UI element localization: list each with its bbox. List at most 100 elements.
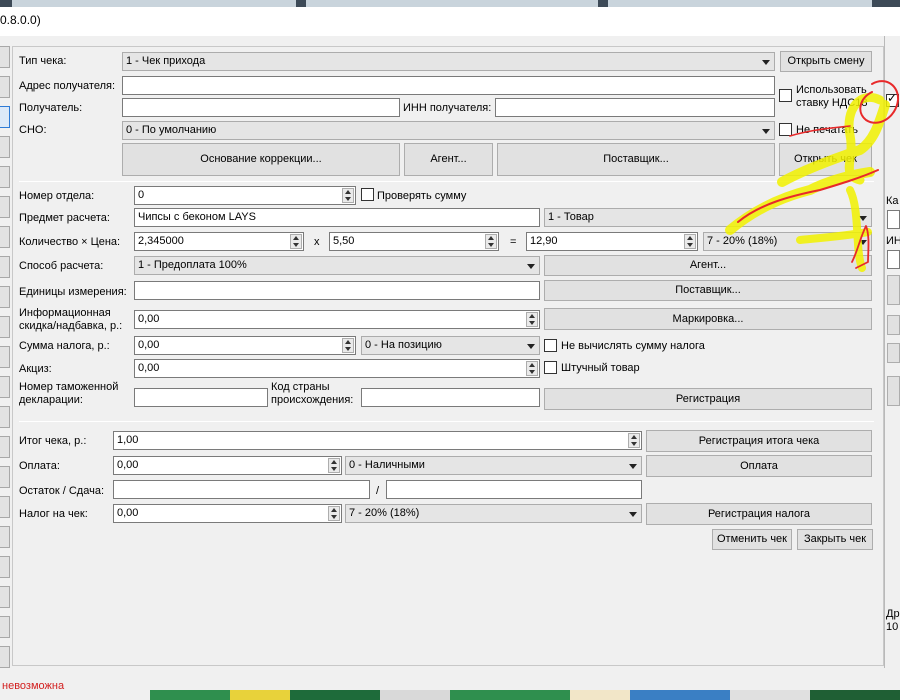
equals-sign: = <box>510 236 517 248</box>
address-input[interactable] <box>122 76 775 95</box>
check-sum-checkbox[interactable] <box>361 188 374 201</box>
check-total-label: Итог чека, р.: <box>19 435 87 447</box>
receipt-type-label: Тип чека: <box>19 55 67 67</box>
close-check-button[interactable]: Закрыть чек <box>797 529 873 550</box>
agent-receipt-button[interactable]: Агент... <box>404 143 493 176</box>
sno-select[interactable]: 0 - По умолчанию <box>122 121 775 140</box>
excise-spinner[interactable]: 0,00 <box>134 359 540 378</box>
check-tax-spinner[interactable]: 0,00 <box>113 504 342 523</box>
section-divider <box>19 181 874 182</box>
dept-label: Номер отдела: <box>19 190 95 202</box>
payment-spinner[interactable]: 0,00 <box>113 456 342 475</box>
customs-input[interactable] <box>134 388 268 407</box>
spin-arrows-icon[interactable] <box>290 234 302 249</box>
check-total-spinner[interactable]: 1,00 <box>113 431 642 450</box>
tax-sum-spinner[interactable]: 0,00 <box>134 336 356 355</box>
units-input[interactable] <box>134 281 540 300</box>
payment-method-select[interactable]: 1 - Предоплата 100% <box>134 256 540 275</box>
right-panel-button-2[interactable] <box>887 315 900 335</box>
spin-arrows-icon[interactable] <box>342 338 354 353</box>
open-check-button[interactable]: Открыть чек <box>779 143 872 176</box>
country-input[interactable] <box>361 388 540 407</box>
supplier-receipt-button[interactable]: Поставщик... <box>497 143 775 176</box>
chevron-down-icon <box>859 216 867 221</box>
total-spinner[interactable]: 12,90 <box>526 232 698 251</box>
right-panel-label-10: 10 <box>886 621 899 633</box>
payment-type-select[interactable]: 0 - Наличными <box>345 456 642 475</box>
right-panel-input-1[interactable] <box>887 210 900 229</box>
payment-type-value: 0 - Наличными <box>349 459 425 471</box>
checkmark-icon: ✓ <box>887 91 898 105</box>
spin-arrows-icon[interactable] <box>328 506 340 521</box>
right-panel-button-1[interactable] <box>887 275 900 305</box>
cancel-check-button[interactable]: Отменить чек <box>712 529 792 550</box>
supplier-position-button[interactable]: Поставщик... <box>544 280 872 301</box>
excise-label: Акциз: <box>19 363 52 375</box>
sno-label: СНО: <box>19 124 47 136</box>
recipient-input[interactable] <box>122 98 400 117</box>
check-total-value: 1,00 <box>117 434 139 446</box>
dept-spinner[interactable]: 0 <box>134 186 356 205</box>
discount-value: 0,00 <box>138 313 160 325</box>
spin-arrows-icon[interactable] <box>526 361 538 376</box>
title-bar <box>0 0 900 36</box>
subject-label: Предмет расчета: <box>19 212 110 224</box>
receipt-type-select[interactable]: 1 - Чек прихода <box>122 52 775 71</box>
chevron-down-icon <box>527 344 535 349</box>
right-panel-label-ka: Ка <box>886 195 899 207</box>
price-spinner[interactable]: 5,50 <box>329 232 499 251</box>
left-tab-strip[interactable] <box>0 46 10 676</box>
correction-basis-button[interactable]: Основание коррекции... <box>122 143 400 176</box>
register-tax-button[interactable]: Регистрация налога <box>646 503 872 525</box>
tax-sum-value: 0,00 <box>138 339 160 351</box>
piece-goods-label: Штучный товар <box>561 362 640 374</box>
qty-price-label: Количество × Цена: <box>19 236 121 248</box>
open-shift-button[interactable]: Открыть смену <box>780 51 872 72</box>
tax-mode-select[interactable]: 0 - На позицию <box>361 336 540 355</box>
receipt-type-value: 1 - Чек прихода <box>126 55 206 67</box>
vat-rate-select[interactable]: 7 - 20% (18%) <box>703 232 872 251</box>
excise-value: 0,00 <box>138 362 160 374</box>
marking-button[interactable]: Маркировка... <box>544 308 872 330</box>
quantity-spinner[interactable]: 2,345000 <box>134 232 304 251</box>
payment-method-value: 1 - Предоплата 100% <box>138 259 247 271</box>
payment-label: Оплата: <box>19 460 60 472</box>
rest-input[interactable] <box>113 480 370 499</box>
subject-input[interactable]: Чипсы с беконом LAYS <box>134 208 540 227</box>
spin-arrows-icon[interactable] <box>628 433 640 448</box>
no-calc-tax-checkbox[interactable] <box>544 339 557 352</box>
price-value: 5,50 <box>333 235 355 247</box>
spin-arrows-icon[interactable] <box>485 234 497 249</box>
inn-input[interactable] <box>495 98 775 117</box>
desktop-bottom-strip <box>0 690 900 700</box>
right-panel-button-3[interactable] <box>887 343 900 363</box>
no-print-checkbox[interactable] <box>779 123 792 136</box>
spin-arrows-icon[interactable] <box>328 458 340 473</box>
agent-position-button[interactable]: Агент... <box>544 255 872 276</box>
payment-method-label: Способ расчета: <box>19 260 104 272</box>
subject-type-select[interactable]: 1 - Товар <box>544 208 872 227</box>
register-total-button[interactable]: Регистрация итога чека <box>646 430 872 452</box>
check-tax-rate-value: 7 - 20% (18%) <box>349 507 420 519</box>
vat-rate-value: 7 - 20% (18%) <box>707 235 778 247</box>
spin-arrows-icon[interactable] <box>526 312 538 327</box>
customs-label: Номер таможенной декларации: <box>19 381 119 406</box>
country-label: Код страны происхождения: <box>271 381 354 406</box>
change-input[interactable] <box>386 480 642 499</box>
check-tax-value: 0,00 <box>117 507 139 519</box>
register-position-button[interactable]: Регистрация <box>544 388 872 410</box>
pay-button[interactable]: Оплата <box>646 455 872 477</box>
chevron-down-icon <box>762 60 770 65</box>
check-tax-rate-select[interactable]: 7 - 20% (18%) <box>345 504 642 523</box>
discount-spinner[interactable]: 0,00 <box>134 310 540 329</box>
spin-arrows-icon[interactable] <box>684 234 696 249</box>
spin-arrows-icon[interactable] <box>342 188 354 203</box>
inn-label: ИНН получателя: <box>403 102 492 114</box>
vat18-label: Использовать ставку НДС18 <box>796 84 868 109</box>
check-sum-label: Проверять сумму <box>377 190 467 202</box>
piece-goods-checkbox[interactable] <box>544 361 557 374</box>
vat18-checkbox[interactable] <box>779 89 792 102</box>
right-panel-input-2[interactable] <box>887 250 900 269</box>
right-panel-button-4[interactable] <box>887 376 900 406</box>
desktop-strip <box>0 0 900 7</box>
